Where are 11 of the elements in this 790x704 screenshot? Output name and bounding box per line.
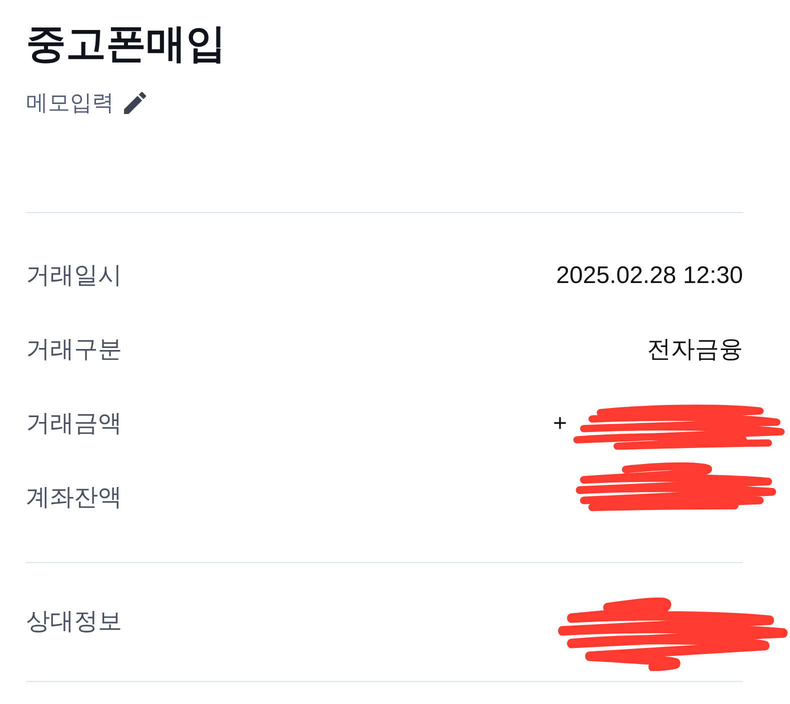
memo-button[interactable]: 메모입력	[26, 88, 146, 118]
field-value: 전자금융	[647, 335, 743, 365]
pencil-icon	[124, 92, 146, 114]
field-label: 거래구분	[26, 335, 122, 365]
page-title: 중고폰매입	[26, 21, 227, 68]
field-label: 상대정보	[26, 607, 122, 637]
field-value: 2025.02.28 12:30	[556, 261, 743, 291]
field-value: +	[553, 409, 568, 439]
field-label: 거래일시	[26, 261, 122, 291]
field-label: 거래금액	[26, 409, 122, 439]
field-label: 계좌잔액	[26, 483, 122, 513]
